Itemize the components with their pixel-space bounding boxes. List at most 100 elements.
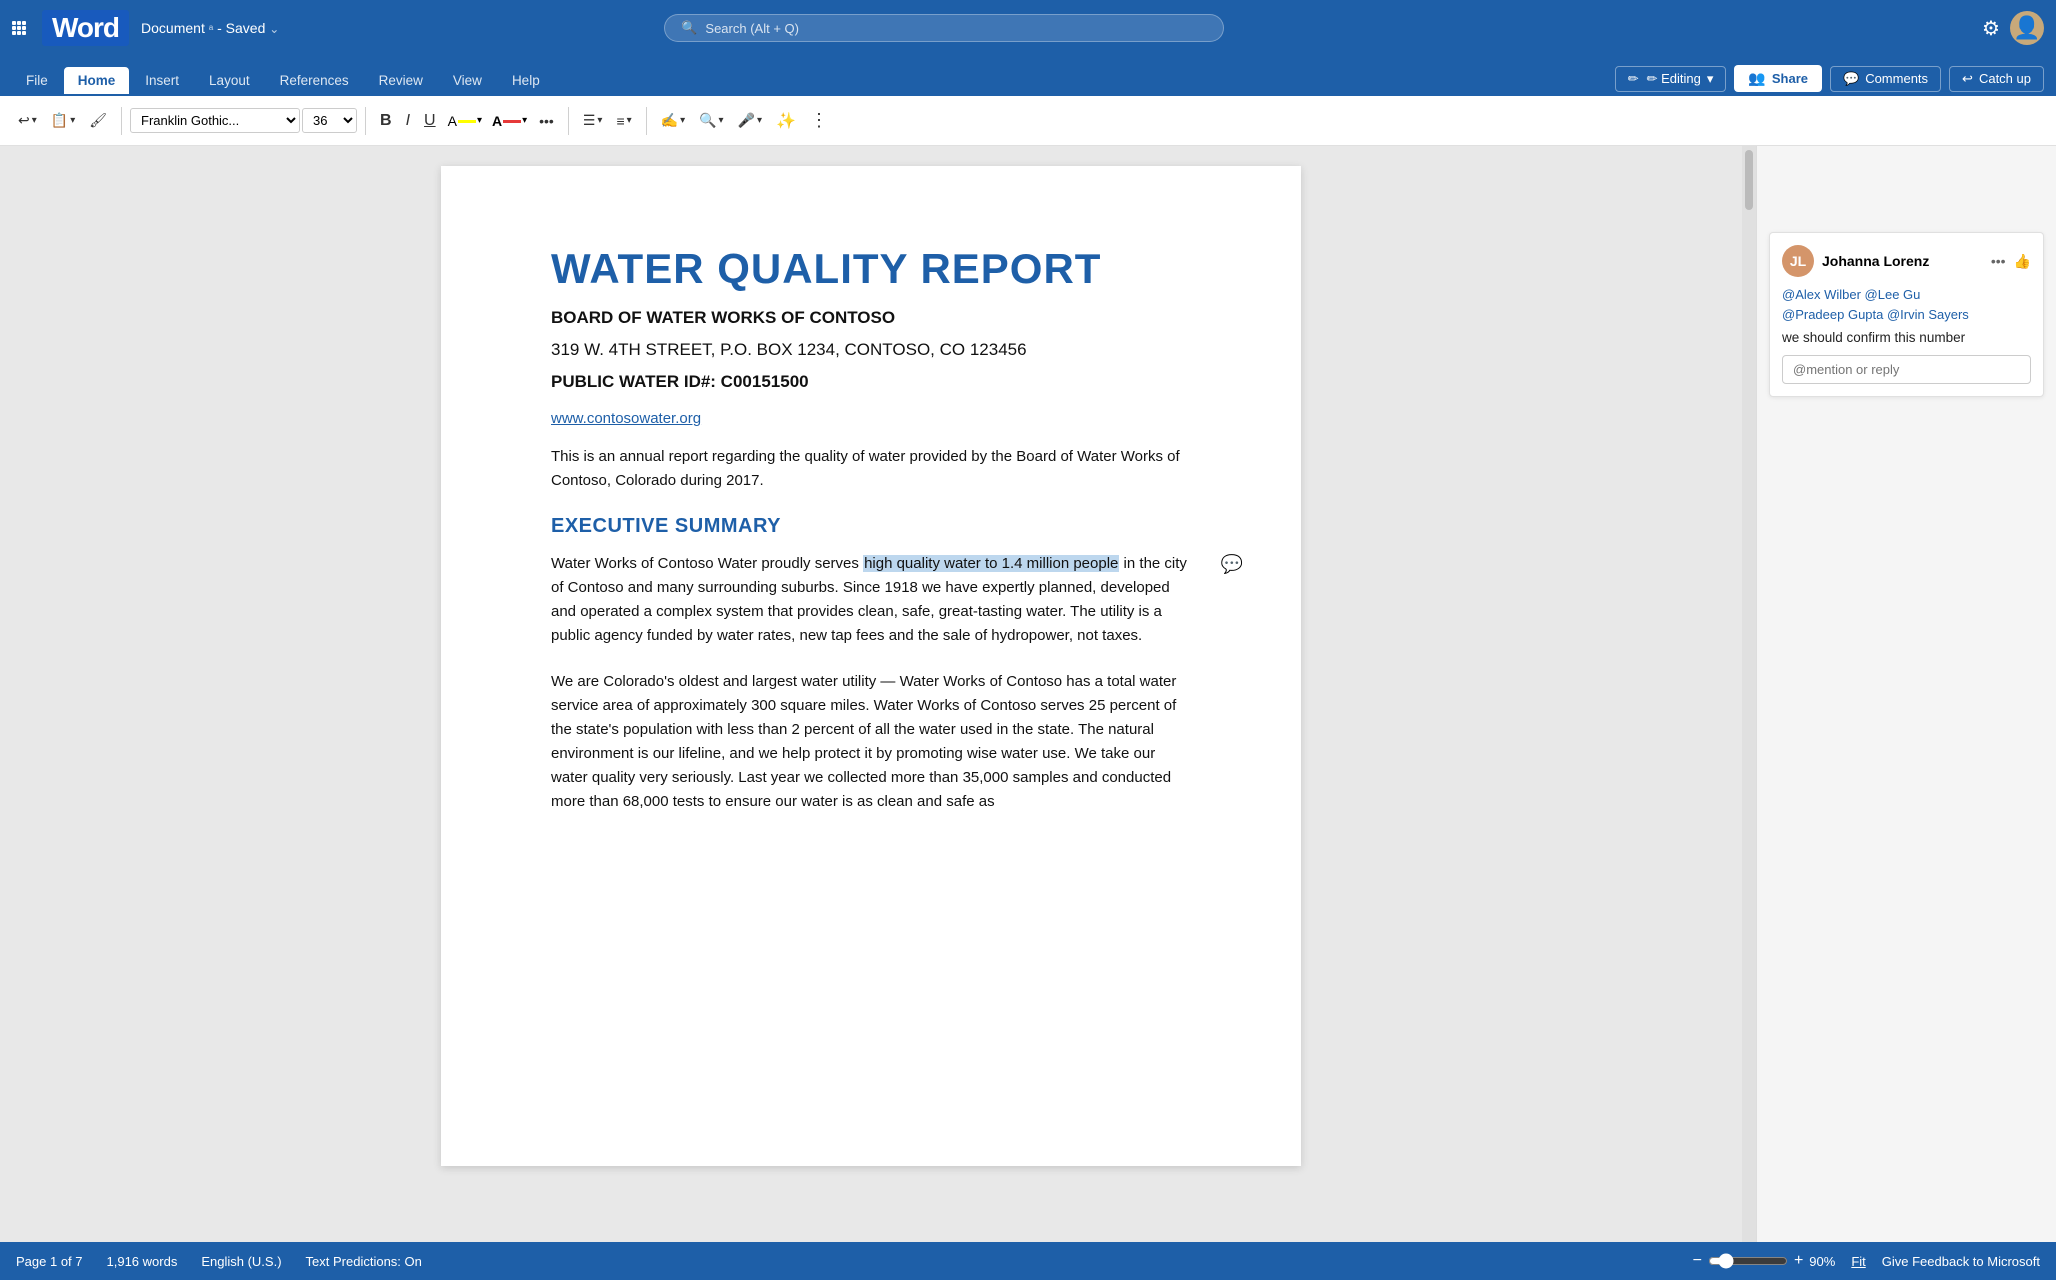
copilot-button[interactable]: ✨ [770, 107, 802, 135]
p1-highlighted-text: high quality water to 1.4 million people [863, 555, 1119, 572]
comment-author-avatar: JL [1782, 245, 1814, 277]
word-count: 1,916 words [107, 1254, 178, 1269]
page-canvas: WATER QUALITY REPORT BOARD OF WATER WORK… [0, 146, 1742, 1242]
document-website[interactable]: www.contosowater.org [551, 410, 1191, 427]
more-format-button[interactable]: ••• [533, 109, 560, 133]
section1-paragraph2: We are Colorado's oldest and largest wat… [551, 670, 1191, 814]
word-logo: Word [42, 10, 129, 46]
bold-button[interactable]: B [374, 108, 398, 134]
title-bar: Word Document ᵃ - Saved ⌄ 🔍 Search (Alt … [0, 0, 2056, 56]
editor-group: ✍▾ 🔍▾ 🎤▾ ✨ ⋮ [655, 106, 834, 135]
comment-body-text: we should confirm this number [1782, 330, 2031, 345]
catchup-button[interactable]: ↩ Catch up [1949, 66, 2044, 92]
paragraph-1-container: Water Works of Contoso Water proudly ser… [551, 552, 1191, 648]
toolbar-separator-3 [568, 107, 569, 135]
p1-before-text: Water Works of Contoso Water proudly ser… [551, 555, 863, 572]
bullets-button[interactable]: ☰▾ [577, 108, 609, 133]
font-color-bar [503, 120, 521, 123]
comment-author-name: Johanna Lorenz [1822, 253, 1983, 269]
page-info: Page 1 of 7 [16, 1254, 83, 1269]
zoom-controls: − + 90% [1693, 1252, 1836, 1270]
comment-header: JL Johanna Lorenz ••• 👍 [1782, 245, 2031, 277]
user-avatar[interactable]: 👤 [2010, 11, 2044, 45]
more-tools-button[interactable]: ⋮ [804, 106, 834, 135]
dictate-button[interactable]: 🎤▾ [732, 108, 768, 133]
comment-reply-input[interactable] [1782, 355, 2031, 384]
editor-button[interactable]: ✍▾ [655, 108, 691, 133]
tab-help[interactable]: Help [498, 67, 554, 96]
comment-card: JL Johanna Lorenz ••• 👍 @Alex Wilber @Le… [1769, 232, 2044, 397]
share-button[interactable]: 👥 Share [1734, 65, 1822, 92]
zoom-level: 90% [1809, 1254, 1835, 1269]
document-address: 319 W. 4TH STREET, P.O. BOX 1234, CONTOS… [551, 340, 1191, 360]
comments-button[interactable]: 💬 Comments [1830, 66, 1941, 92]
comments-icon: 💬 [1843, 71, 1859, 87]
editing-icon: ✏ [1628, 71, 1639, 87]
comments-label: Comments [1865, 71, 1928, 86]
text-predictions-info: Text Predictions: On [306, 1254, 422, 1269]
highlight-color-bar [458, 120, 476, 123]
toolbar-separator-1 [121, 107, 122, 135]
tab-file[interactable]: File [12, 67, 62, 96]
document-area: WATER QUALITY REPORT BOARD OF WATER WORK… [0, 146, 2056, 1242]
status-bar-right: − + 90% Fit Give Feedback to Microsoft [1693, 1252, 2040, 1270]
comment-like-button[interactable]: 👍 [2014, 253, 2031, 270]
fit-button[interactable]: Fit [1851, 1254, 1865, 1269]
document-page: WATER QUALITY REPORT BOARD OF WATER WORK… [441, 166, 1301, 1166]
toolbar-separator-4 [646, 107, 647, 135]
document-title-heading: WATER QUALITY REPORT [551, 246, 1191, 292]
undo-button[interactable]: ↩▾ [12, 108, 43, 133]
search-bar[interactable]: 🔍 Search (Alt + Q) [664, 14, 1224, 42]
section1-paragraph1: Water Works of Contoso Water proudly ser… [551, 552, 1191, 648]
feedback-button[interactable]: Give Feedback to Microsoft [1882, 1254, 2040, 1269]
share-icon: 👥 [1748, 70, 1765, 87]
zoom-in-button[interactable]: + [1794, 1252, 1803, 1270]
editing-mode-button[interactable]: ✏ ✏ Editing ▾ [1615, 66, 1727, 92]
tab-home[interactable]: Home [64, 67, 130, 96]
document-intro: This is an annual report regarding the q… [551, 445, 1191, 493]
toolbar: ↩▾ 📋▾ 🖌 Franklin Gothic... 36 B I U A ▾ … [0, 96, 2056, 146]
settings-button[interactable]: ⚙ [1982, 16, 2000, 41]
tab-review[interactable]: Review [365, 67, 437, 96]
comment-mentions: @Alex Wilber @Lee Gu @Pradeep Gupta @Irv… [1782, 285, 2031, 324]
zoom-out-button[interactable]: − [1693, 1252, 1702, 1270]
clipboard-button[interactable]: 📋▾ [45, 108, 81, 133]
editing-label: ✏ Editing [1645, 71, 1701, 87]
status-bar: Page 1 of 7 1,916 words English (U.S.) T… [0, 1242, 2056, 1280]
app-grid-icon[interactable] [12, 21, 26, 35]
title-right-controls: ⚙ 👤 [1982, 11, 2044, 45]
tab-view[interactable]: View [439, 67, 496, 96]
vertical-scrollbar[interactable] [1742, 146, 1756, 1242]
comment-bubble-icon[interactable]: 💬 [1221, 554, 1243, 575]
tab-insert[interactable]: Insert [131, 67, 193, 96]
undo-group: ↩▾ 📋▾ 🖌 [12, 108, 113, 133]
toolbar-separator-2 [365, 107, 366, 135]
comment-actions: ••• 👍 [1991, 253, 2031, 270]
highlight-button[interactable]: A ▾ [444, 109, 486, 133]
document-public-id: PUBLIC WATER ID#: C00151500 [551, 372, 1191, 392]
font-family-select[interactable]: Franklin Gothic... [130, 108, 300, 133]
find-button[interactable]: 🔍▾ [693, 108, 729, 133]
format-painter-button[interactable]: 🖌 [83, 108, 113, 133]
tab-references[interactable]: References [266, 67, 363, 96]
align-button[interactable]: ≡▾ [610, 109, 637, 133]
executive-summary-heading: EXECUTIVE SUMMARY [551, 515, 1191, 538]
tab-layout[interactable]: Layout [195, 67, 264, 96]
paragraph-group: ☰▾ ≡▾ [577, 108, 638, 133]
ribbon-tabs: File Home Insert Layout References Revie… [0, 56, 2056, 96]
scrollbar-thumb[interactable] [1745, 150, 1753, 210]
document-subtitle: BOARD OF WATER WORKS OF CONTOSO [551, 308, 1191, 328]
search-placeholder: Search (Alt + Q) [705, 21, 799, 36]
font-size-select[interactable]: 36 [302, 108, 357, 133]
document-title: Document ᵃ - Saved ⌄ [141, 20, 279, 36]
underline-button[interactable]: U [418, 108, 442, 134]
language-info: English (U.S.) [201, 1254, 281, 1269]
format-group: B I U A ▾ A ▾ ••• [374, 108, 560, 134]
ribbon-right-actions: ✏ ✏ Editing ▾ 👥 Share 💬 Comments ↩ Catch… [1615, 65, 2044, 96]
font-color-button[interactable]: A ▾ [488, 109, 531, 133]
italic-button[interactable]: I [400, 108, 416, 134]
editing-chevron-icon: ▾ [1707, 71, 1714, 87]
catchup-label: Catch up [1979, 71, 2031, 86]
zoom-slider[interactable] [1708, 1253, 1788, 1269]
comment-more-button[interactable]: ••• [1991, 253, 2006, 270]
